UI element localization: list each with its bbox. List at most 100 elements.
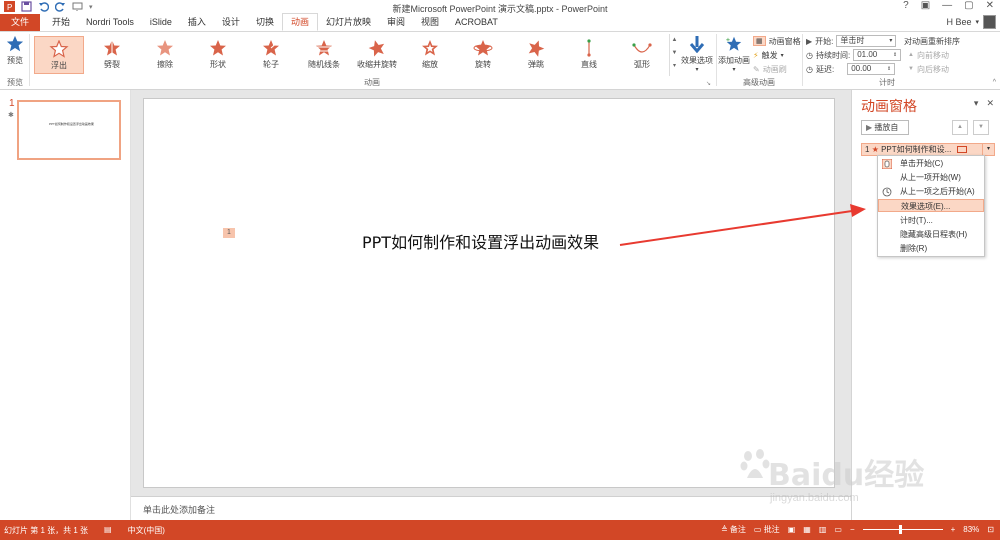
trigger-button[interactable]: ⚡ 触发 ▾ <box>753 49 784 61</box>
anim-float-in[interactable]: 浮出 <box>34 36 84 74</box>
grow-turn-star-icon <box>368 40 385 57</box>
animation-painter-button[interactable]: ✎ 动画刷 <box>753 63 787 75</box>
group-advanced-label: 高级动画 <box>743 78 775 87</box>
duration-input[interactable]: 01.00 ⇕ <box>853 49 902 61</box>
move-down-button[interactable]: ▼ <box>973 120 989 135</box>
trigger-label: 触发 <box>761 50 778 60</box>
slide-editor: 1 PPT如何制作和设置浮出动画效果 <box>131 90 851 496</box>
collapse-ribbon-icon[interactable]: ^ <box>993 79 996 86</box>
add-animation-button[interactable]: + 添加动画 ▾ <box>718 35 750 73</box>
pane-options-icon[interactable]: ▾ <box>974 98 979 109</box>
move-up-button[interactable]: ▲ <box>952 120 968 135</box>
menu-item-hide-timeline[interactable]: 隐藏高级日程表(H) <box>878 228 984 241</box>
anim-wheel[interactable]: 轮子 <box>246 36 296 74</box>
anim-arc-path[interactable]: 弧形 <box>617 36 667 74</box>
anim-shape[interactable]: 形状 <box>193 36 243 74</box>
tab-review[interactable]: 审阅 <box>379 14 413 31</box>
zoom-slider[interactable] <box>862 525 943 534</box>
menu-item-remove[interactable]: 删除(R) <box>878 242 984 255</box>
item-dropdown-icon[interactable]: ▾ <box>982 144 994 155</box>
ribbon-display-icon[interactable]: ▣ <box>921 0 930 11</box>
menu-item-effect-options[interactable]: 效果选项(E)... <box>878 199 984 212</box>
effect-options-button[interactable]: 效果选项 ▾ <box>680 35 714 73</box>
delay-spinner-icon[interactable]: ⇕ <box>887 64 891 74</box>
preview-button[interactable]: 预览 <box>4 35 26 66</box>
animation-pane-toggle[interactable]: ▦ 动画窗格 <box>753 35 801 47</box>
animation-painter-label: 动画刷 <box>762 64 787 74</box>
delay-label: 延迟: <box>815 64 835 74</box>
anim-bounce[interactable]: 弹跳 <box>511 36 561 74</box>
spellcheck-icon[interactable]: ▤ <box>104 525 112 536</box>
tab-file[interactable]: 文件 <box>0 14 41 31</box>
fit-slide-icon[interactable]: ⊡ <box>987 525 994 534</box>
delay-input[interactable]: 00.00 ⇕ <box>847 63 896 75</box>
anim-line-path[interactable]: 直线 <box>564 36 614 74</box>
move-earlier-button[interactable]: ▲ 向前移动 <box>908 49 949 61</box>
tab-home[interactable]: 开始 <box>44 14 78 31</box>
anim-random-bars[interactable]: 随机线条 <box>299 36 349 74</box>
tab-animations[interactable]: 动画 <box>281 13 318 31</box>
tab-design[interactable]: 设计 <box>214 14 248 31</box>
menu-item-timing[interactable]: 计时(T)... <box>878 214 984 227</box>
anim-grow-turn[interactable]: 收缩并旋转 <box>352 36 402 74</box>
user-name: H​ Bee <box>946 17 972 27</box>
slide-thumbnail[interactable]: PPT如何制作和设置浮出动画效果 <box>17 100 121 160</box>
start-label: 开始: <box>815 36 834 46</box>
slide-number: 1 <box>9 98 15 109</box>
tab-insert[interactable]: 插入 <box>180 14 214 31</box>
notes-toggle[interactable]: ≜ 备注 <box>721 524 746 535</box>
zoom-in-icon[interactable]: + <box>951 525 956 534</box>
play-from-button[interactable]: ▶ 播放自 <box>861 120 909 135</box>
close-icon[interactable]: ✕ <box>986 0 994 11</box>
dialog-launcher-icon[interactable]: ↘ <box>706 80 711 87</box>
tab-acrobat[interactable]: ACROBAT <box>447 14 506 31</box>
menu-item-label: 隐藏高级日程表(H) <box>900 230 968 239</box>
duration-spinner-icon[interactable]: ⇕ <box>893 50 897 60</box>
tab-nordri-tools[interactable]: Nordri Tools <box>78 14 142 31</box>
minimize-icon[interactable]: — <box>942 0 952 11</box>
slide-canvas[interactable]: 1 PPT如何制作和设置浮出动画效果 <box>143 98 835 488</box>
pane-controls: ▾ ✕ <box>974 98 994 109</box>
duration-icon: ◷ <box>806 50 813 60</box>
slide-title-text[interactable]: PPT如何制作和设置浮出动画效果 <box>362 229 599 253</box>
comments-toggle[interactable]: ▭ 批注 <box>754 524 780 535</box>
menu-item-start-on-click[interactable]: 单击开始(C) <box>878 157 984 170</box>
menu-item-after-previous[interactable]: 从上一项之后开始(A) <box>878 185 984 198</box>
anim-zoom[interactable]: 缩放 <box>405 36 455 74</box>
anim-wipe[interactable]: 擦除 <box>140 36 190 74</box>
menu-item-label: 从上一项之后开始(A) <box>900 187 975 196</box>
tab-transitions[interactable]: 切换 <box>248 14 282 31</box>
language-indicator[interactable]: 中文(中国) <box>128 525 165 536</box>
menu-item-with-previous[interactable]: 从上一项开始(W) <box>878 171 984 184</box>
delay-icon: ◷ <box>806 64 813 74</box>
pane-close-icon[interactable]: ✕ <box>986 98 994 109</box>
move-later-button[interactable]: ▼ 向后移动 <box>908 63 949 75</box>
svg-text:+: + <box>726 35 730 44</box>
anim-label: 弧形 <box>634 60 650 69</box>
clock-icon <box>882 187 892 197</box>
help-icon[interactable]: ? <box>903 0 909 11</box>
comments-label: 批注 <box>763 525 780 534</box>
zoom-slider-knob[interactable] <box>898 525 902 534</box>
down-triangle-icon: ▼ <box>908 66 914 72</box>
start-dropdown[interactable]: 单击时 ▾ <box>836 35 897 47</box>
anim-split[interactable]: 劈裂 <box>87 36 137 74</box>
user-account[interactable]: H​ Bee ▾ <box>946 15 996 29</box>
maximize-icon[interactable]: ▢ <box>964 0 973 11</box>
start-icon: ▶ <box>806 36 813 46</box>
anim-swivel[interactable]: 旋转 <box>458 36 508 74</box>
reading-view-icon[interactable]: ▥ <box>819 525 827 534</box>
tab-view[interactable]: 视图 <box>413 14 447 31</box>
gallery-scroll[interactable]: ▲ ▼ ▾ <box>669 34 679 76</box>
slide-sorter-icon[interactable]: ▦ <box>803 525 811 534</box>
tab-slideshow[interactable]: 幻灯片放映 <box>318 14 379 31</box>
slideshow-view-icon[interactable]: ▭ <box>834 525 842 534</box>
zoom-level[interactable]: 83% <box>963 525 979 534</box>
normal-view-icon[interactable]: ▣ <box>788 525 796 534</box>
wheel-star-icon <box>263 40 280 56</box>
zoom-out-icon[interactable]: − <box>850 525 855 534</box>
animation-order-tag[interactable]: 1 <box>223 228 235 238</box>
tab-islide[interactable]: iSlide <box>142 14 180 31</box>
group-timing-label: 计时 <box>879 78 895 87</box>
anim-label: 收缩并旋转 <box>357 60 397 69</box>
